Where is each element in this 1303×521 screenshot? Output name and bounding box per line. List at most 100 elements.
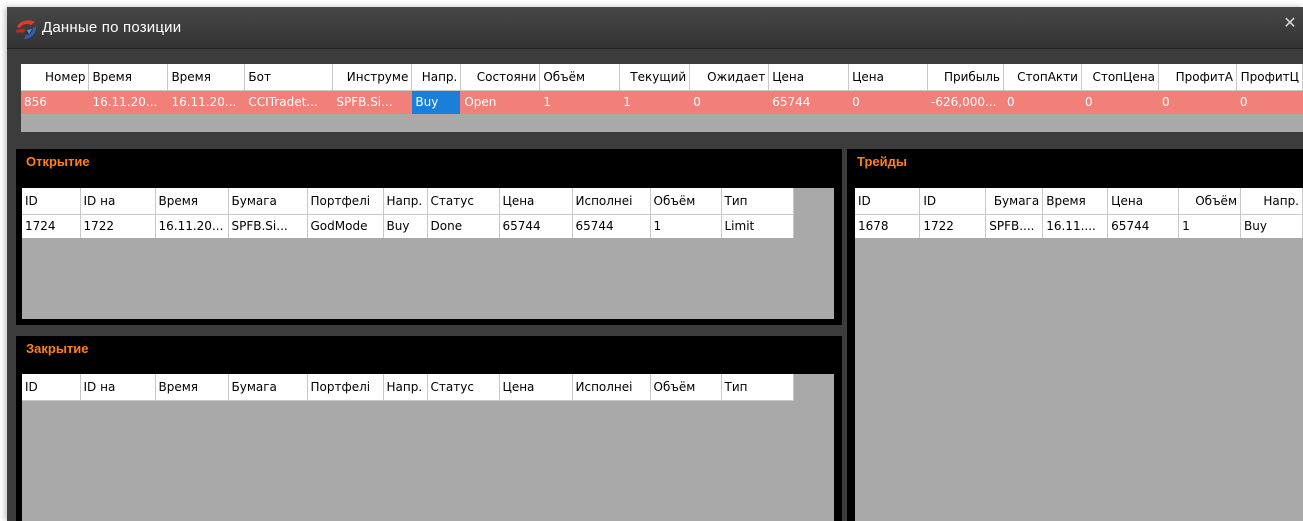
cell-executed[interactable]: 65744 bbox=[572, 214, 651, 238]
close-icon: ✕ bbox=[1283, 13, 1297, 32]
col-header-volume[interactable]: Объём bbox=[1178, 188, 1241, 215]
position-data-window: Данные по позиции ✕ Номер Время Время Бо… bbox=[7, 7, 1303, 521]
col-header-waiting[interactable]: Ожидает bbox=[689, 64, 770, 91]
col-header-executed[interactable]: Исполнеі bbox=[572, 188, 651, 215]
cell-waiting[interactable]: 0 bbox=[689, 90, 770, 114]
col-header-order-id[interactable]: ID bbox=[919, 188, 987, 215]
col-header-profit-price[interactable]: ПрофитЦ bbox=[1236, 64, 1303, 91]
col-header-volume[interactable]: Объём bbox=[539, 64, 621, 91]
cell-state[interactable]: Open bbox=[460, 90, 541, 114]
cell-price-open[interactable]: 65744 bbox=[768, 90, 850, 114]
close-button[interactable]: ✕ bbox=[1281, 14, 1299, 32]
col-header-id-exchange[interactable]: ID на bbox=[80, 188, 156, 215]
cell-stop-price[interactable]: 0 bbox=[1081, 90, 1159, 114]
col-header-security[interactable]: Бумага bbox=[228, 374, 308, 401]
cell-price-close[interactable]: 0 bbox=[848, 90, 929, 114]
col-header-price[interactable]: Цена bbox=[499, 188, 573, 215]
cell-time-open[interactable]: 16.11.20... bbox=[88, 90, 169, 114]
cell-volume[interactable]: 1 bbox=[1178, 214, 1241, 238]
col-header-price-open[interactable]: Цена bbox=[768, 64, 850, 91]
cell-id[interactable]: 1724 bbox=[22, 214, 81, 238]
col-header-instrument[interactable]: Инструме bbox=[332, 64, 413, 91]
cell-id-exchange[interactable]: 1722 bbox=[80, 214, 156, 238]
cell-time-close[interactable]: 16.11.20... bbox=[167, 90, 246, 114]
col-header-profit[interactable]: Прибыль bbox=[927, 64, 1004, 91]
col-header-direction[interactable]: Напр. bbox=[383, 374, 428, 401]
col-header-number[interactable]: Номер bbox=[21, 64, 90, 91]
col-header-profit-activation[interactable]: ПрофитА bbox=[1158, 64, 1237, 91]
col-header-direction[interactable]: Напр. bbox=[1240, 188, 1303, 215]
col-header-id[interactable]: ID bbox=[22, 188, 81, 215]
table-row[interactable]: 1724 1722 16.11.20... SPFB.Si... GodMode… bbox=[22, 214, 794, 238]
closing-header-row: ID ID на Время Бумага Портфелі Напр. Ста… bbox=[22, 374, 794, 401]
col-header-time-close[interactable]: Время bbox=[167, 64, 246, 91]
cell-direction[interactable]: Buy bbox=[1240, 214, 1303, 238]
col-header-time[interactable]: Время bbox=[155, 188, 229, 215]
col-header-price[interactable]: Цена bbox=[1107, 188, 1180, 215]
col-header-time[interactable]: Время bbox=[155, 374, 229, 401]
cell-security[interactable]: SPFB.Si... bbox=[228, 214, 308, 238]
col-header-volume[interactable]: Объём bbox=[650, 188, 722, 215]
trades-panel: Трейды ID ID Бумага Время Цена Объём Нап… bbox=[847, 149, 1303, 521]
cell-instrument[interactable]: SPFB.Si... bbox=[332, 90, 413, 114]
col-header-state[interactable]: Состояни bbox=[460, 64, 541, 91]
col-header-type[interactable]: Тип bbox=[721, 188, 794, 215]
table-row[interactable]: 1678 1722 SPFB.... 16.11.... 65744 1 Buy bbox=[855, 214, 1303, 238]
cell-portfolio[interactable]: GodMode bbox=[307, 214, 384, 238]
cell-bot[interactable]: CCITradet... bbox=[244, 90, 334, 114]
cell-price[interactable]: 65744 bbox=[1107, 214, 1180, 238]
col-header-time[interactable]: Время bbox=[1042, 188, 1109, 215]
col-header-bot[interactable]: Бот bbox=[244, 64, 334, 91]
cell-profit-activation[interactable]: 0 bbox=[1158, 90, 1237, 114]
cell-volume[interactable]: 1 bbox=[539, 90, 621, 114]
trades-grid[interactable]: ID ID Бумага Время Цена Объём Напр. 1678… bbox=[855, 188, 1303, 521]
cell-stop-activation[interactable]: 0 bbox=[1003, 90, 1082, 114]
col-header-security[interactable]: Бумага bbox=[228, 188, 308, 215]
opening-orders-grid[interactable]: ID ID на Время Бумага Портфелі Напр. Ста… bbox=[22, 188, 834, 319]
cell-profit[interactable]: -626,000... bbox=[927, 90, 1004, 114]
col-header-id-exchange[interactable]: ID на bbox=[80, 374, 156, 401]
position-grid[interactable]: Номер Время Время Бот Инструме Напр. Сос… bbox=[21, 64, 1303, 132]
closing-panel: Закрытие ID ID на Время Бумага Портфелі … bbox=[16, 336, 842, 521]
cell-time[interactable]: 16.11.20... bbox=[155, 214, 229, 238]
col-header-stop-activation[interactable]: СтопАкти bbox=[1003, 64, 1082, 91]
app-logo-icon bbox=[16, 20, 37, 39]
cell-trade-id[interactable]: 1678 bbox=[855, 214, 921, 238]
col-header-current[interactable]: Текущий bbox=[619, 64, 691, 91]
cell-price[interactable]: 65744 bbox=[499, 214, 573, 238]
cell-profit-price[interactable]: 0 bbox=[1236, 90, 1303, 114]
cell-order-id[interactable]: 1722 bbox=[919, 214, 987, 238]
table-row[interactable]: 856 16.11.20... 16.11.20... CCITradet...… bbox=[21, 90, 1303, 114]
cell-number[interactable]: 856 bbox=[21, 90, 90, 114]
cell-time[interactable]: 16.11.... bbox=[1042, 214, 1109, 238]
title-bar[interactable]: Данные по позиции ✕ bbox=[7, 7, 1303, 49]
trades-header-row: ID ID Бумага Время Цена Объём Напр. bbox=[855, 188, 1303, 215]
col-header-type[interactable]: Тип bbox=[721, 374, 794, 401]
col-header-volume[interactable]: Объём bbox=[650, 374, 722, 401]
col-header-trade-id[interactable]: ID bbox=[855, 188, 921, 215]
col-header-time-open[interactable]: Время bbox=[88, 64, 169, 91]
col-header-price-close[interactable]: Цена bbox=[848, 64, 929, 91]
col-header-executed[interactable]: Исполнеі bbox=[572, 374, 651, 401]
cell-volume[interactable]: 1 bbox=[650, 214, 722, 238]
cell-direction[interactable]: Buy bbox=[411, 90, 462, 114]
col-header-portfolio[interactable]: Портфелі bbox=[307, 374, 384, 401]
col-header-stop-price[interactable]: СтопЦена bbox=[1081, 64, 1159, 91]
cell-type[interactable]: Limit bbox=[721, 214, 794, 238]
col-header-direction[interactable]: Напр. bbox=[411, 64, 462, 91]
col-header-price[interactable]: Цена bbox=[499, 374, 573, 401]
col-header-status[interactable]: Статус bbox=[427, 188, 500, 215]
cell-current[interactable]: 1 bbox=[619, 90, 691, 114]
col-header-security[interactable]: Бумага bbox=[985, 188, 1044, 215]
col-header-direction[interactable]: Напр. bbox=[383, 188, 428, 215]
closing-orders-grid[interactable]: ID ID на Время Бумага Портфелі Напр. Ста… bbox=[22, 374, 834, 521]
opening-panel: Открытие ID ID на Время Бумага Портфелі … bbox=[16, 149, 842, 325]
col-header-portfolio[interactable]: Портфелі bbox=[307, 188, 384, 215]
col-header-id[interactable]: ID bbox=[22, 374, 81, 401]
col-header-status[interactable]: Статус bbox=[427, 374, 500, 401]
cell-direction[interactable]: Buy bbox=[383, 214, 428, 238]
closing-panel-title: Закрытие bbox=[26, 341, 89, 356]
window-title: Данные по позиции bbox=[42, 19, 182, 36]
cell-security[interactable]: SPFB.... bbox=[985, 214, 1044, 238]
cell-status[interactable]: Done bbox=[427, 214, 500, 238]
